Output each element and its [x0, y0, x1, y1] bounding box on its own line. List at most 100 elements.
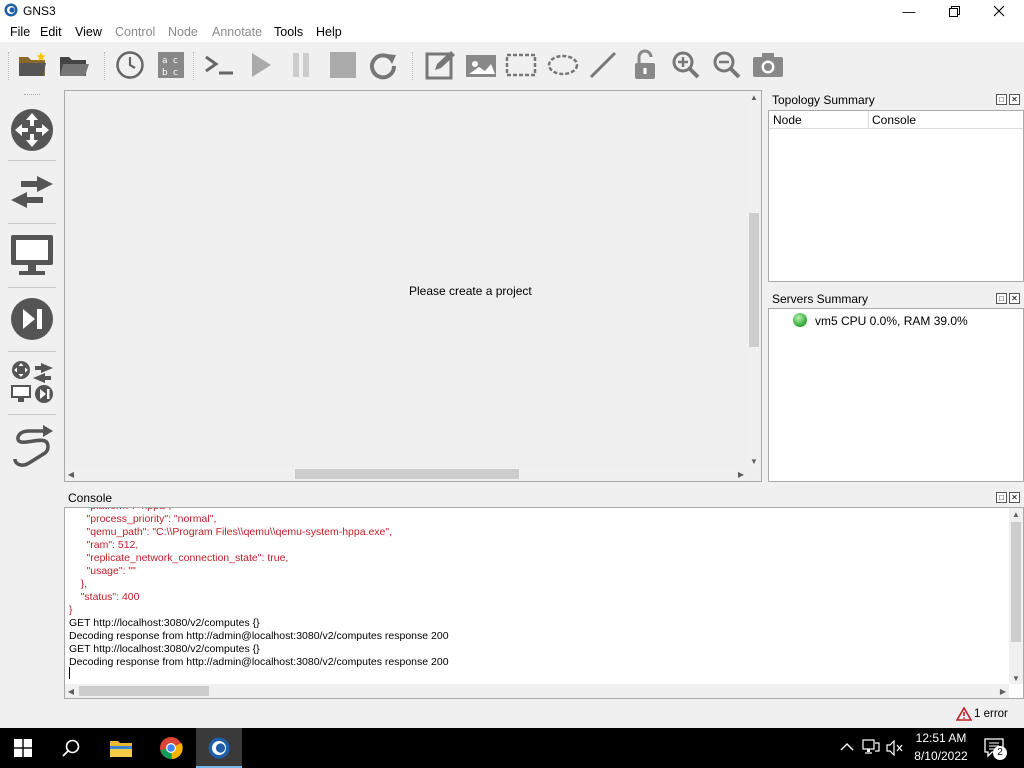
- menu-edit[interactable]: Edit: [40, 25, 62, 39]
- console-line: Decoding response from http://admin@loca…: [69, 630, 449, 642]
- server-item[interactable]: vm5 CPU 0.0%, RAM 39.0%: [815, 314, 968, 328]
- close-panel-button[interactable]: ✕: [1009, 492, 1020, 503]
- canvas-horizontal-scrollbar[interactable]: ◀ ▶: [65, 467, 747, 481]
- console-line: GET http://localhost:3080/v2/computes {}: [69, 617, 260, 629]
- topology-summary-table: Node Console: [768, 110, 1024, 282]
- start-button[interactable]: [0, 728, 46, 768]
- scroll-right-arrow-icon[interactable]: ▶: [735, 467, 747, 481]
- menu-file[interactable]: File: [10, 25, 30, 39]
- end-devices-icon[interactable]: [8, 231, 56, 279]
- close-button[interactable]: [976, 0, 1022, 22]
- file-explorer-button[interactable]: [98, 728, 144, 768]
- error-count[interactable]: 1 error: [974, 708, 1008, 720]
- console-controls: □ ✕: [996, 492, 1022, 504]
- column-header-node[interactable]: Node: [773, 113, 802, 127]
- console-vertical-scrollbar[interactable]: ▲ ▼: [1009, 508, 1023, 684]
- topology-summary-controls: □ ✕: [996, 94, 1022, 106]
- canvas-message: Please create a project: [409, 284, 532, 298]
- scroll-right-arrow-icon[interactable]: ▶: [997, 684, 1009, 698]
- dock-grip: [24, 94, 40, 97]
- switches-icon[interactable]: [8, 168, 56, 216]
- chrome-button[interactable]: [148, 728, 194, 768]
- menu-control[interactable]: Control: [115, 25, 155, 39]
- clock-time[interactable]: 12:51 AM: [914, 731, 968, 745]
- all-devices-icon[interactable]: [8, 358, 56, 406]
- security-devices-icon[interactable]: [8, 295, 56, 343]
- show-interface-labels-icon[interactable]: acbc: [154, 48, 188, 82]
- menu-view[interactable]: View: [75, 25, 102, 39]
- text-cursor: [69, 667, 70, 679]
- notification-badge: 2: [993, 746, 1007, 760]
- add-note-icon[interactable]: [423, 48, 457, 82]
- console-line: "process_priority": "normal",: [69, 513, 217, 525]
- console-text-area[interactable]: "platform": "hppa", "process_priority": …: [65, 508, 1009, 684]
- float-panel-button[interactable]: □: [996, 492, 1007, 503]
- network-icon[interactable]: [862, 739, 880, 755]
- console-line: },: [69, 578, 88, 590]
- scrollbar-thumb[interactable]: [1011, 522, 1021, 642]
- scrollbar-thumb[interactable]: [79, 686, 209, 696]
- topology-canvas[interactable]: Please create a project ▲ ▼ ◀ ▶: [64, 90, 762, 482]
- restore-button[interactable]: [931, 0, 977, 22]
- menu-node[interactable]: Node: [168, 25, 198, 39]
- dock-divider: [8, 160, 56, 161]
- close-panel-button[interactable]: ✕: [1009, 94, 1020, 105]
- reload-all-icon[interactable]: [366, 48, 400, 82]
- windows-logo-icon: [14, 739, 32, 757]
- table-header: Node Console: [769, 111, 1023, 129]
- close-panel-button[interactable]: ✕: [1009, 293, 1020, 304]
- screenshot-icon[interactable]: [751, 48, 785, 82]
- device-dock: [0, 90, 62, 480]
- menu-annotate[interactable]: Annotate: [212, 25, 262, 39]
- clock-date[interactable]: 8/10/2022: [910, 749, 972, 763]
- gns3-taskbar-button[interactable]: [196, 728, 242, 768]
- scroll-down-arrow-icon[interactable]: ▼: [747, 455, 761, 467]
- console-line: }: [69, 604, 73, 616]
- toolbar-separator: [8, 52, 10, 80]
- scroll-up-arrow-icon[interactable]: ▲: [1009, 508, 1023, 520]
- svg-text:b: b: [162, 68, 168, 78]
- new-project-icon[interactable]: [16, 48, 50, 82]
- column-header-console[interactable]: Console: [872, 113, 916, 127]
- stop-all-icon[interactable]: [326, 48, 360, 82]
- console-line: "qemu_path": "C:\\Program Files\\qemu\\q…: [69, 526, 393, 538]
- suspend-all-icon[interactable]: [284, 48, 318, 82]
- scroll-left-arrow-icon[interactable]: ◀: [65, 467, 77, 481]
- console-all-icon[interactable]: [202, 48, 236, 82]
- start-all-icon[interactable]: [244, 48, 278, 82]
- scroll-down-arrow-icon[interactable]: ▼: [1009, 672, 1023, 684]
- lock-unlock-icon[interactable]: [628, 48, 662, 82]
- scroll-left-arrow-icon[interactable]: ◀: [65, 684, 77, 698]
- draw-ellipse-icon[interactable]: [546, 48, 580, 82]
- folder-icon: [110, 741, 132, 757]
- float-panel-button[interactable]: □: [996, 293, 1007, 304]
- scroll-up-arrow-icon[interactable]: ▲: [747, 91, 761, 103]
- canvas-vertical-scrollbar[interactable]: ▲ ▼: [747, 91, 761, 467]
- routers-icon[interactable]: [8, 106, 56, 154]
- minimize-button[interactable]: —: [886, 0, 932, 22]
- scrollbar-thumb[interactable]: [749, 213, 759, 347]
- search-icon: [62, 739, 80, 757]
- console-output[interactable]: "platform": "hppa", "process_priority": …: [64, 507, 1024, 699]
- search-button[interactable]: [48, 728, 94, 768]
- gns3-logo-icon: [4, 3, 18, 17]
- insert-picture-icon[interactable]: [464, 48, 498, 82]
- volume-muted-icon[interactable]: [886, 740, 904, 756]
- float-panel-button[interactable]: □: [996, 94, 1007, 105]
- console-line: Decoding response from http://admin@loca…: [69, 656, 449, 668]
- open-project-icon[interactable]: [57, 48, 91, 82]
- snapshot-clock-icon[interactable]: [113, 48, 147, 82]
- add-link-icon[interactable]: [8, 422, 56, 470]
- menu-tools[interactable]: Tools: [274, 25, 303, 39]
- zoom-in-icon[interactable]: [669, 48, 703, 82]
- draw-line-icon[interactable]: [586, 48, 620, 82]
- console-horizontal-scrollbar[interactable]: ◀ ▶: [65, 684, 1009, 698]
- dock-divider: [8, 351, 56, 352]
- chevron-up-icon[interactable]: [840, 742, 854, 752]
- menu-help[interactable]: Help: [316, 25, 342, 39]
- scrollbar-thumb[interactable]: [295, 469, 519, 479]
- console-line: "replicate_network_connection_state": tr…: [69, 552, 289, 564]
- zoom-out-icon[interactable]: [710, 48, 744, 82]
- action-center-button[interactable]: 2: [984, 738, 1007, 761]
- draw-rectangle-icon[interactable]: [504, 48, 538, 82]
